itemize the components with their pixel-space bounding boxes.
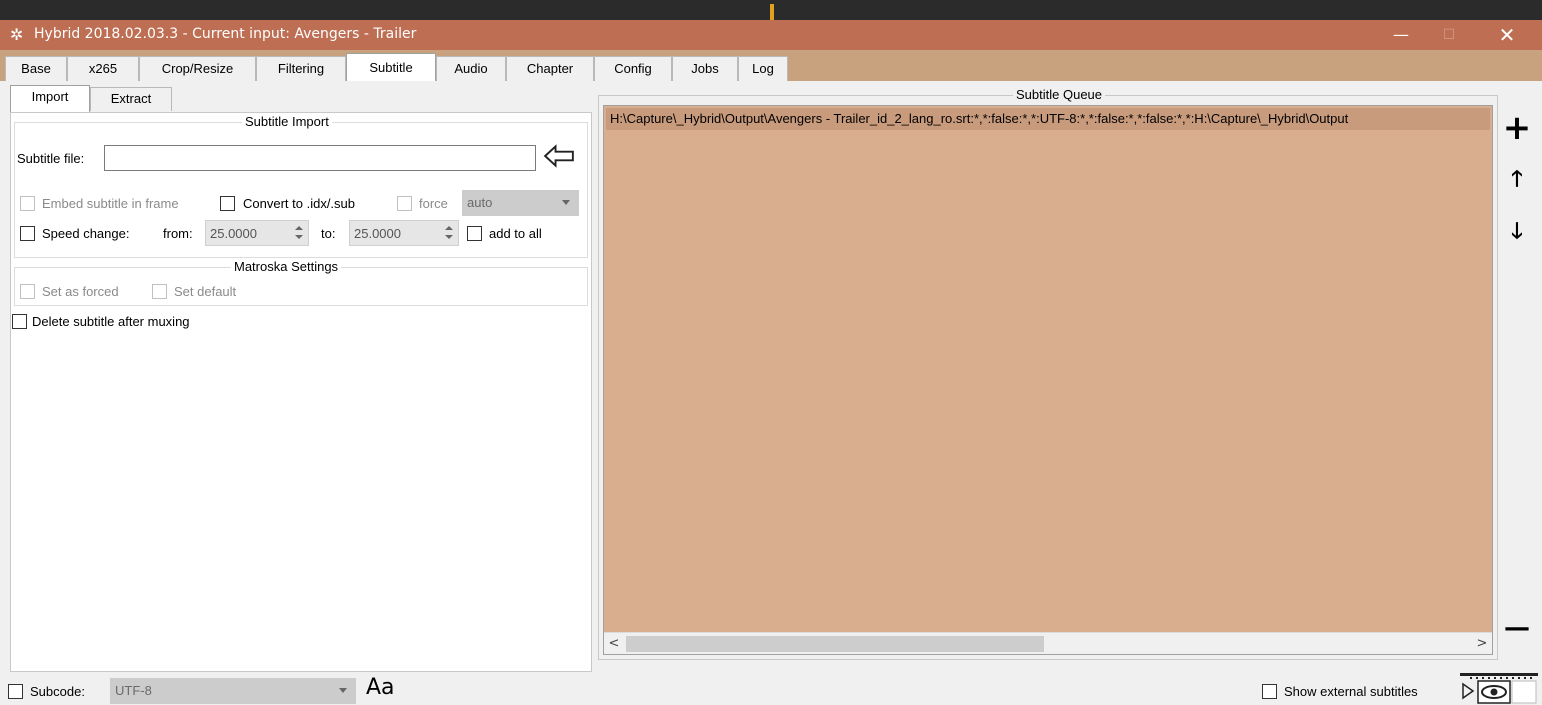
subtitle-queue-list[interactable]: H:\Capture\_Hybrid\Output\Avengers - Tra…: [603, 105, 1493, 655]
force-mode-value: auto: [467, 195, 493, 210]
bottom-bar: Subcode: UTF-8 Aa Show external subtitle…: [0, 672, 1542, 705]
tab-crop-resize[interactable]: Crop/Resize: [139, 56, 256, 81]
import-page: Subtitle Import Subtitle file: Embed sub…: [10, 112, 592, 672]
spin-updown-icon[interactable]: [294, 224, 304, 242]
matroska-settings-group: Matroska Settings Set as forced Set defa…: [14, 259, 588, 306]
hybrid-app-icon: ✲: [10, 25, 24, 44]
scroll-left-icon[interactable]: <: [604, 633, 624, 654]
force-checkbox[interactable]: [397, 196, 412, 211]
speed-change-label: Speed change:: [42, 226, 130, 241]
minimize-button[interactable]: —: [1378, 20, 1424, 50]
convert-idx-sub-label: Convert to .idx/.sub: [243, 196, 355, 211]
move-down-button[interactable]: 🡓: [1501, 217, 1533, 249]
tab-log[interactable]: Log: [738, 56, 788, 81]
close-button[interactable]: ✕: [1484, 20, 1530, 50]
tab-subtitle[interactable]: Subtitle: [346, 53, 436, 81]
tab-jobs[interactable]: Jobs: [672, 56, 738, 81]
to-label: to:: [321, 226, 336, 241]
subtitle-panel: Import Extract Subtitle Import Subtitle …: [2, 81, 1540, 672]
delete-after-muxing-label: Delete subtitle after muxing: [32, 314, 190, 329]
speed-change-checkbox[interactable]: [20, 226, 35, 241]
embed-subtitle-label: Embed subtitle in frame: [42, 196, 179, 211]
scrollbar-thumb[interactable]: [626, 636, 1044, 652]
subtitle-file-label: Subtitle file:: [17, 151, 85, 166]
scroll-right-icon[interactable]: >: [1472, 633, 1492, 654]
remove-subtitle-button[interactable]: —: [1501, 613, 1533, 645]
list-item[interactable]: H:\Capture\_Hybrid\Output\Avengers - Tra…: [606, 108, 1490, 130]
preview-eye-icon[interactable]: [1460, 673, 1538, 705]
subcode-label: Subcode:: [30, 684, 85, 699]
title-bar[interactable]: ✲ Hybrid 2018.02.03.3 - Current input: A…: [0, 20, 1542, 50]
show-external-subtitles-label: Show external subtitles: [1284, 684, 1418, 699]
add-to-all-checkbox[interactable]: [467, 226, 482, 241]
force-label: force: [419, 196, 448, 211]
to-speed-spinbox[interactable]: 25.0000: [349, 220, 459, 246]
spin-updown-icon[interactable]: [444, 224, 454, 242]
subcode-select[interactable]: UTF-8: [110, 678, 356, 704]
subtitle-import-title: Subtitle Import: [242, 114, 332, 129]
chevron-down-icon: [562, 200, 570, 205]
matroska-settings-title: Matroska Settings: [231, 259, 342, 274]
set-forced-label: Set as forced: [42, 284, 119, 299]
show-external-subtitles-checkbox[interactable]: [1262, 684, 1277, 699]
set-default-label: Set default: [174, 284, 237, 299]
arrow-left-icon[interactable]: [539, 143, 579, 169]
window-title: Hybrid 2018.02.03.3 - Current input: Ave…: [34, 26, 417, 42]
font-settings-icon[interactable]: Aa: [366, 675, 395, 700]
add-subtitle-button[interactable]: +: [1501, 111, 1533, 145]
horizontal-scrollbar[interactable]: < >: [604, 632, 1492, 654]
subcode-value: UTF-8: [115, 683, 152, 698]
tab-chapter[interactable]: Chapter: [506, 56, 594, 81]
tab-base[interactable]: Base: [5, 56, 67, 81]
set-default-checkbox[interactable]: [152, 284, 167, 299]
tab-x265[interactable]: x265: [67, 56, 139, 81]
desktop-strip: [0, 0, 1542, 20]
embed-subtitle-checkbox[interactable]: [20, 196, 35, 211]
subtitle-import-group: Subtitle Import Subtitle file: Embed sub…: [14, 114, 588, 258]
from-speed-value: 25.0000: [210, 226, 257, 241]
chevron-down-icon: [339, 688, 347, 693]
from-label: from:: [163, 226, 193, 241]
subtitle-file-input[interactable]: [104, 145, 536, 171]
force-mode-select[interactable]: auto: [462, 190, 579, 216]
subtitle-queue-title: Subtitle Queue: [1013, 87, 1106, 102]
subtitle-queue-group: Subtitle Queue H:\Capture\_Hybrid\Output…: [598, 87, 1498, 660]
tab-filtering[interactable]: Filtering: [256, 56, 346, 81]
maximize-button[interactable]: ☐: [1426, 20, 1472, 50]
delete-after-muxing-checkbox[interactable]: [12, 314, 27, 329]
tab-audio[interactable]: Audio: [436, 56, 506, 81]
subtab-import[interactable]: Import: [10, 85, 90, 112]
to-speed-value: 25.0000: [354, 226, 401, 241]
add-to-all-label: add to all: [489, 226, 542, 241]
move-up-button[interactable]: 🡑: [1501, 165, 1533, 197]
desktop-accent: [770, 4, 774, 20]
subcode-checkbox[interactable]: [8, 684, 23, 699]
tab-config[interactable]: Config: [594, 56, 672, 81]
convert-idx-sub-checkbox[interactable]: [220, 196, 235, 211]
from-speed-spinbox[interactable]: 25.0000: [205, 220, 309, 246]
subtab-extract[interactable]: Extract: [90, 87, 172, 111]
set-forced-checkbox[interactable]: [20, 284, 35, 299]
main-tab-bar: Base x265 Crop/Resize Filtering Subtitle…: [0, 50, 1542, 81]
